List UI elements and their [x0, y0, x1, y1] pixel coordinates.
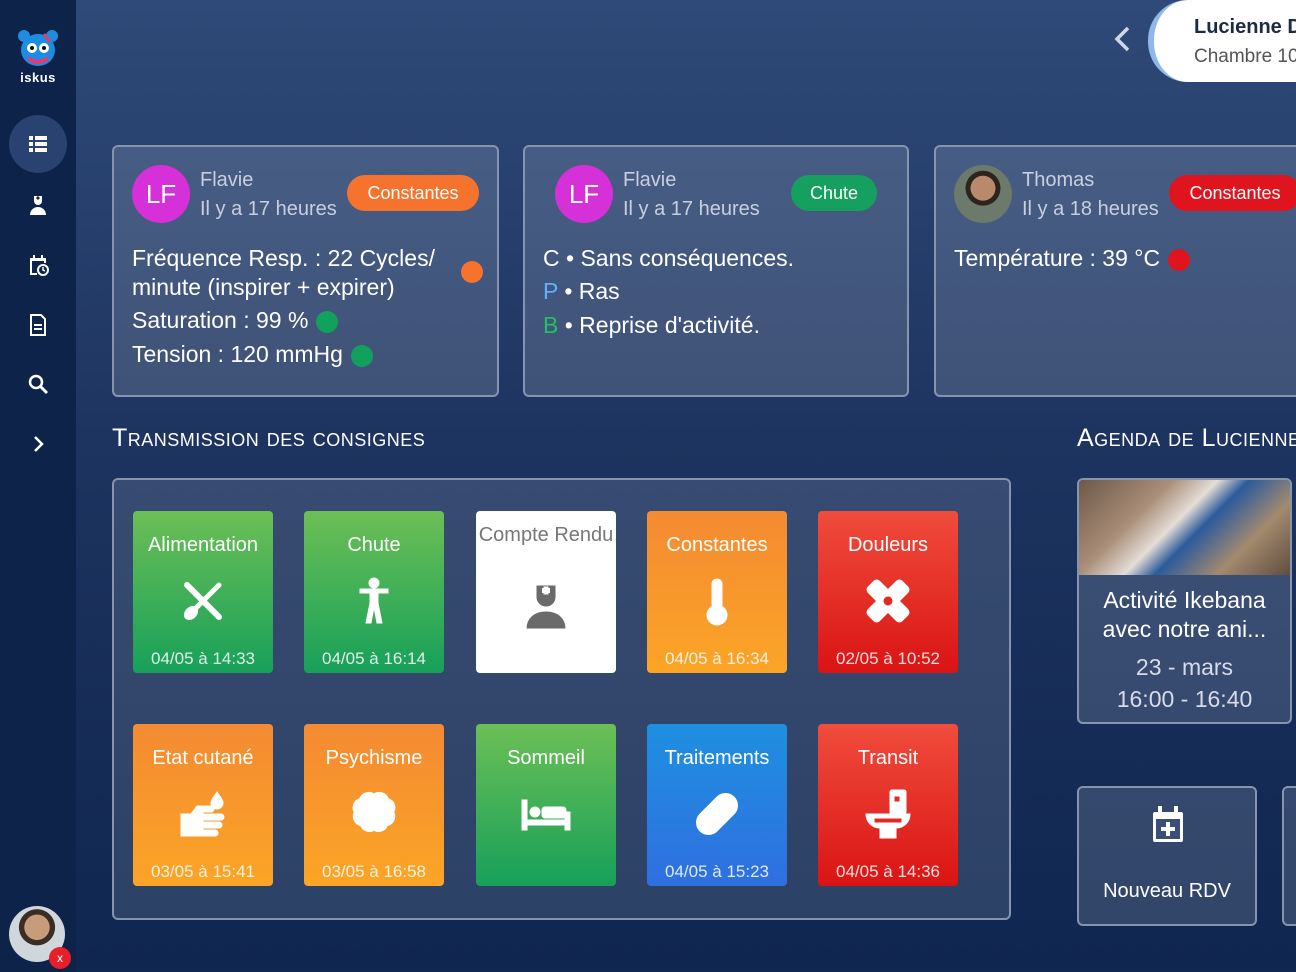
status-dot-green [316, 310, 339, 333]
pill-icon [691, 788, 743, 840]
tile-label: Sommeil [507, 747, 585, 769]
tile-label: Traitements [664, 747, 770, 769]
author-name: Flavie [623, 169, 677, 191]
user-badge[interactable]: x [49, 947, 71, 969]
status-dot-red [1168, 248, 1191, 271]
agenda-event-card[interactable]: Activité Ikebana avec notre ani... 23 - … [1077, 478, 1292, 724]
event-date: 23 - mars [1135, 654, 1234, 680]
vital-line: Saturation : 99 % [132, 307, 339, 334]
new-rdv-label: Nouveau RDV [1103, 880, 1231, 902]
tile-date: 04/05 à 16:34 [665, 649, 769, 668]
consignes-panel: Alimentation 04/05 à 14:33 Chute 04/05 à… [112, 478, 1011, 920]
back-chevron-icon[interactable] [1110, 24, 1136, 54]
tile-chute[interactable]: Chute 04/05 à 16:14 [304, 511, 444, 673]
tile-psychisme[interactable]: Psychisme 03/05 à 16:58 [304, 724, 444, 886]
tile-label: Constantes [666, 534, 768, 556]
bed-icon [520, 788, 572, 840]
cpb-line: B • Reprise d'activité. [543, 312, 760, 338]
bandage-icon [862, 575, 914, 627]
time-ago: Il y a 18 heures [1022, 198, 1159, 220]
agenda-title: Agenda de Lucienne [1077, 424, 1296, 452]
cpb-line: P • Ras [543, 278, 620, 304]
tile-date: 04/05 à 15:23 [665, 862, 769, 881]
search-icon [28, 374, 49, 395]
tile-date: 04/05 à 14:33 [151, 649, 255, 668]
status-dot-orange [461, 261, 483, 283]
mascot-icon [18, 30, 58, 66]
patient-name: Lucienne D [1194, 16, 1296, 38]
time-ago: Il y a 17 heures [200, 198, 337, 220]
tile-douleurs[interactable]: Douleurs 02/05 à 10:52 [818, 511, 958, 673]
category-tag: Chute [791, 175, 877, 211]
nurse-icon [520, 581, 572, 633]
event-title: Activité Ikebana avec notre ani... [1102, 587, 1267, 642]
event-hours: 16:00 - 16:40 [1116, 686, 1253, 712]
transmission-card[interactable]: LF Flavie Il y a 17 heures Chute C • San… [523, 145, 909, 397]
tile-label: Etat cutané [152, 747, 254, 769]
transmission-card[interactable]: Thomas Il y a 18 heures Constantes Tempé… [934, 145, 1296, 397]
calendar-plus-icon [1153, 806, 1183, 842]
brain-icon [348, 788, 400, 840]
new-rdv-button[interactable]: Nouveau RDV [1077, 786, 1257, 926]
cpb-line: C • Sans conséquences. [543, 245, 794, 271]
category-tag: Constantes [1169, 175, 1296, 211]
author-name: Thomas [1022, 169, 1095, 191]
vital-line: minute (inspirer + expirer) [132, 274, 395, 300]
tile-etat-cutane[interactable]: Etat cutané 03/05 à 15:41 [133, 724, 273, 886]
transmission-card[interactable]: LF Flavie Il y a 17 heures Constantes Fr… [112, 145, 499, 397]
patient-header[interactable]: Lucienne D Chambre 10 [1148, 0, 1296, 82]
status-dot-green [350, 344, 373, 367]
nav-expand[interactable] [9, 415, 67, 473]
logo-text: iskus [20, 70, 56, 85]
tile-label: Transit [857, 747, 919, 769]
tile-label: Compte Rendu [478, 524, 614, 546]
chevron-right-icon [34, 436, 44, 452]
event-photo [1079, 480, 1290, 575]
tile-date: 03/05 à 15:41 [151, 862, 255, 881]
vital-line: Température : 39 °C [954, 245, 1191, 272]
tile-constantes[interactable]: Constantes 04/05 à 16:34 [647, 511, 787, 673]
nav-documents[interactable] [9, 296, 67, 354]
vital-line: Fréquence Resp. : 22 Cycles/ [132, 245, 435, 271]
thermometer-icon [691, 575, 743, 627]
nav-list[interactable] [9, 115, 67, 173]
hand-wash-icon [177, 788, 229, 840]
nav-staff[interactable] [9, 176, 67, 234]
tile-label: Chute [347, 534, 401, 556]
tile-compte-rendu[interactable]: Compte Rendu [476, 511, 616, 673]
author-avatar [954, 165, 1012, 223]
author-initials: LF [132, 165, 190, 223]
list-icon [29, 136, 47, 152]
person-standing-icon [348, 575, 400, 627]
tile-date: 03/05 à 16:58 [322, 862, 426, 881]
category-tag: Constantes [347, 175, 479, 211]
tile-date: 04/05 à 16:14 [322, 649, 426, 668]
author-initials: LF [555, 165, 613, 223]
tile-date: 04/05 à 14:36 [836, 862, 940, 881]
time-ago: Il y a 17 heures [623, 198, 760, 220]
utensils-icon [177, 575, 229, 627]
vital-line: Tension : 120 mmHg [132, 341, 373, 368]
tile-date: 02/05 à 10:52 [836, 649, 940, 668]
tile-label: Psychisme [325, 747, 423, 769]
nav-search[interactable] [9, 355, 67, 413]
patient-room: Chambre 10 [1194, 46, 1296, 67]
toilet-icon [862, 788, 914, 840]
tile-transit[interactable]: Transit 04/05 à 14:36 [818, 724, 958, 886]
calendar-clock-icon [30, 255, 49, 276]
tile-traitements[interactable]: Traitements 04/05 à 15:23 [647, 724, 787, 886]
tile-sommeil[interactable]: Sommeil [476, 724, 616, 886]
sidebar: iskus x [0, 0, 76, 972]
author-name: Flavie [200, 169, 254, 191]
tile-label: Alimentation [147, 534, 259, 556]
tile-alimentation[interactable]: Alimentation 04/05 à 14:33 [133, 511, 273, 673]
agenda-next-button[interactable] [1282, 786, 1296, 926]
nav-agenda[interactable] [9, 236, 67, 294]
app-logo[interactable]: iskus [14, 28, 62, 86]
nurse-icon [30, 196, 46, 215]
consignes-title: Transmission des consignes [112, 424, 426, 452]
tile-label: Douleurs [847, 534, 929, 556]
document-icon [30, 314, 46, 336]
